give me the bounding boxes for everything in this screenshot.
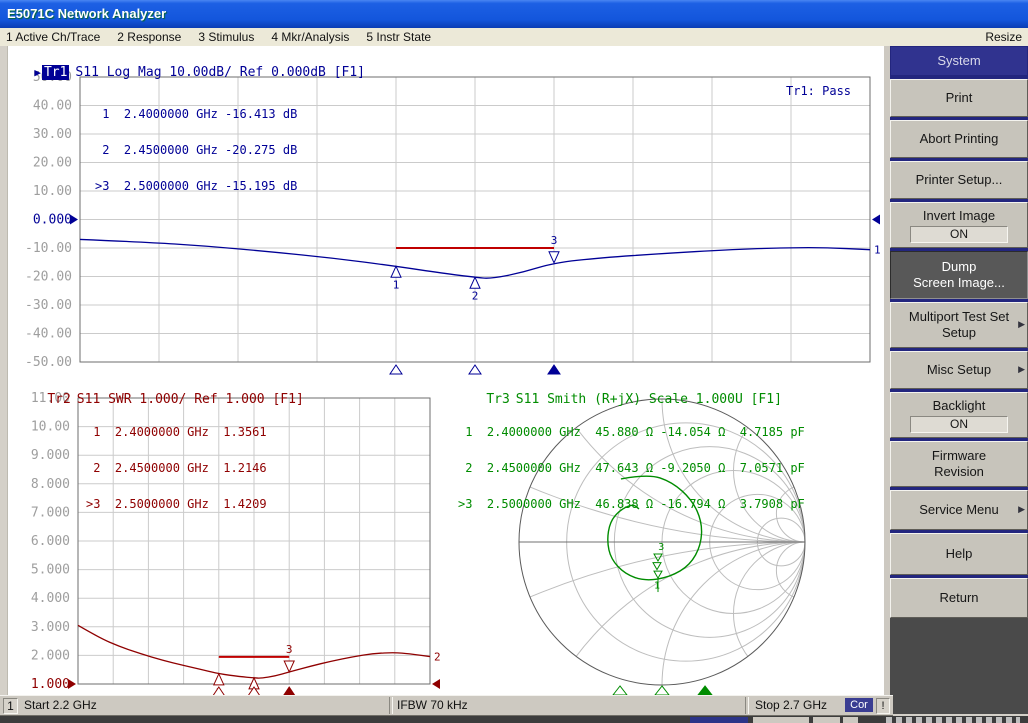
softkey-misc-setup[interactable]: Misc Setup ▶ <box>890 351 1028 389</box>
tr2-chip: Tr2 <box>47 392 70 407</box>
left-frame-strip <box>0 46 8 714</box>
softkey-label: Printer Setup... <box>916 172 1003 188</box>
e5071c-screen: E5071C Network Analyzer 1 Active Ch/Trac… <box>0 0 1028 723</box>
tr2-marker-row: >3 2.5000000 GHz 1.4209 <box>86 498 267 510</box>
ifbw-label: IFBW 70 kHz <box>397 698 468 713</box>
softkey-label: Firmware <box>932 448 986 464</box>
softkey-return[interactable]: Return <box>890 578 1028 618</box>
softkey-printer-setup[interactable]: Printer Setup... <box>890 161 1028 199</box>
tr2-marker-table: 1 2.4000000 GHz 1.3561 2 2.4500000 GHz 1… <box>86 402 267 534</box>
softkey-label: Screen Image... <box>913 275 1005 291</box>
tr2-marker-row: 1 2.4000000 GHz 1.3561 <box>86 426 267 438</box>
tr1-marker-row: >3 2.5000000 GHz -15.195 dB <box>95 180 297 192</box>
alert-indicator: ! <box>876 698 890 714</box>
correction-badge: Cor <box>845 698 873 712</box>
menu-item-4[interactable]: 4 Mkr/Analysis <box>265 28 360 46</box>
start-frequency-label: Start 2.2 GHz <box>24 698 97 713</box>
softkey-backlight[interactable]: Backlight ON <box>890 392 1028 438</box>
softkey-multiport-test-set-setup[interactable]: Multiport Test SetSetup ▶ <box>890 302 1028 348</box>
channel-number-box: 1 <box>3 698 18 714</box>
tr1-limit-test-result: Tr1: Pass <box>786 84 851 98</box>
softkey-label: Return <box>939 590 978 606</box>
menu-item-3[interactable]: 3 Stimulus <box>192 28 265 46</box>
status-divider <box>745 697 749 714</box>
active-trace-arrow: ▶ <box>34 66 41 79</box>
softkey-toggle-value: ON <box>910 226 1008 243</box>
menu-item-1[interactable]: 1 Active Ch/Trace <box>0 28 111 46</box>
status-bar: 1 Start 2.2 GHz IFBW 70 kHz Stop 2.7 GHz… <box>0 695 893 716</box>
submenu-arrow-icon: ▶ <box>1018 504 1025 515</box>
softkey-dump-screen-image[interactable]: DumpScreen Image... <box>890 251 1028 299</box>
window-title: E5071C Network Analyzer <box>7 6 166 21</box>
softkey-abort-printing[interactable]: Abort Printing <box>890 120 1028 158</box>
tr1-marker-row: 1 2.4000000 GHz -16.413 dB <box>95 108 297 120</box>
softkey-panel: System Print Abort Printing Printer Setup..… <box>890 46 1028 714</box>
softkey-label: Revision <box>934 464 984 480</box>
taskbar-segment <box>690 717 748 723</box>
softkey-label: Backlight <box>933 398 986 414</box>
tr1-chip: Tr1 <box>42 65 69 80</box>
tr2-marker-row: 2 2.4500000 GHz 1.2146 <box>86 462 267 474</box>
softkey-toggle-value: ON <box>910 416 1008 433</box>
softkey-service-menu[interactable]: Service Menu ▶ <box>890 490 1028 530</box>
softkey-system[interactable]: System <box>890 46 1028 76</box>
softkey-firmware-revision[interactable]: FirmwareRevision <box>890 441 1028 487</box>
softkey-label: System <box>937 53 980 69</box>
submenu-arrow-icon: ▶ <box>1018 319 1025 330</box>
softkey-label: Abort Printing <box>920 131 999 147</box>
softkey-help[interactable]: Help <box>890 533 1028 575</box>
softkey-label: Invert Image <box>923 208 995 224</box>
softkey-print[interactable]: Print <box>890 79 1028 117</box>
menu-item-5[interactable]: 5 Instr State <box>360 28 442 46</box>
tr1-marker-table: 1 2.4000000 GHz -16.413 dB 2 2.4500000 G… <box>95 84 297 216</box>
tr3-marker-table: 1 2.4000000 GHz 45.880 Ω -14.054 Ω 4.718… <box>458 402 805 534</box>
softkey-label: Print <box>946 90 973 106</box>
status-divider <box>389 697 393 714</box>
taskbar-clock-partial <box>886 717 1020 723</box>
submenu-arrow-icon: ▶ <box>1018 364 1025 375</box>
tr3-marker-row: 2 2.4500000 GHz 47.643 Ω -9.2050 Ω 7.057… <box>458 462 805 474</box>
softkey-label: Service Menu <box>919 502 998 518</box>
taskbar-partial-row <box>0 716 1028 723</box>
menu-item-resize[interactable]: Resize <box>985 29 1022 45</box>
taskbar-segment <box>843 717 858 723</box>
tr3-marker-row: 1 2.4000000 GHz 45.880 Ω -14.054 Ω 4.718… <box>458 426 805 438</box>
tr1-header-text: S11 Log Mag 10.00dB/ Ref 0.000dB [F1] <box>75 65 365 80</box>
window-title-bar: E5071C Network Analyzer <box>0 0 1028 28</box>
stop-frequency-label: Stop 2.7 GHz <box>755 698 827 713</box>
menu-item-2[interactable]: 2 Response <box>111 28 192 46</box>
taskbar-segment <box>813 717 840 723</box>
softkey-label: Help <box>946 546 973 562</box>
tr3-marker-row: >3 2.5000000 GHz 46.838 Ω -16.794 Ω 3.79… <box>458 498 805 510</box>
taskbar-segment <box>753 717 809 723</box>
softkey-invert-image[interactable]: Invert Image ON <box>890 202 1028 248</box>
softkey-label: Setup <box>942 325 976 341</box>
menu-bar: 1 Active Ch/Trace2 Response3 Stimulus4 M… <box>0 28 1028 47</box>
softkey-label: Dump <box>942 259 977 275</box>
softkey-label: Multiport Test Set <box>909 309 1009 325</box>
softkey-label: Misc Setup <box>927 362 991 378</box>
tr1-marker-row: 2 2.4500000 GHz -20.275 dB <box>95 144 297 156</box>
